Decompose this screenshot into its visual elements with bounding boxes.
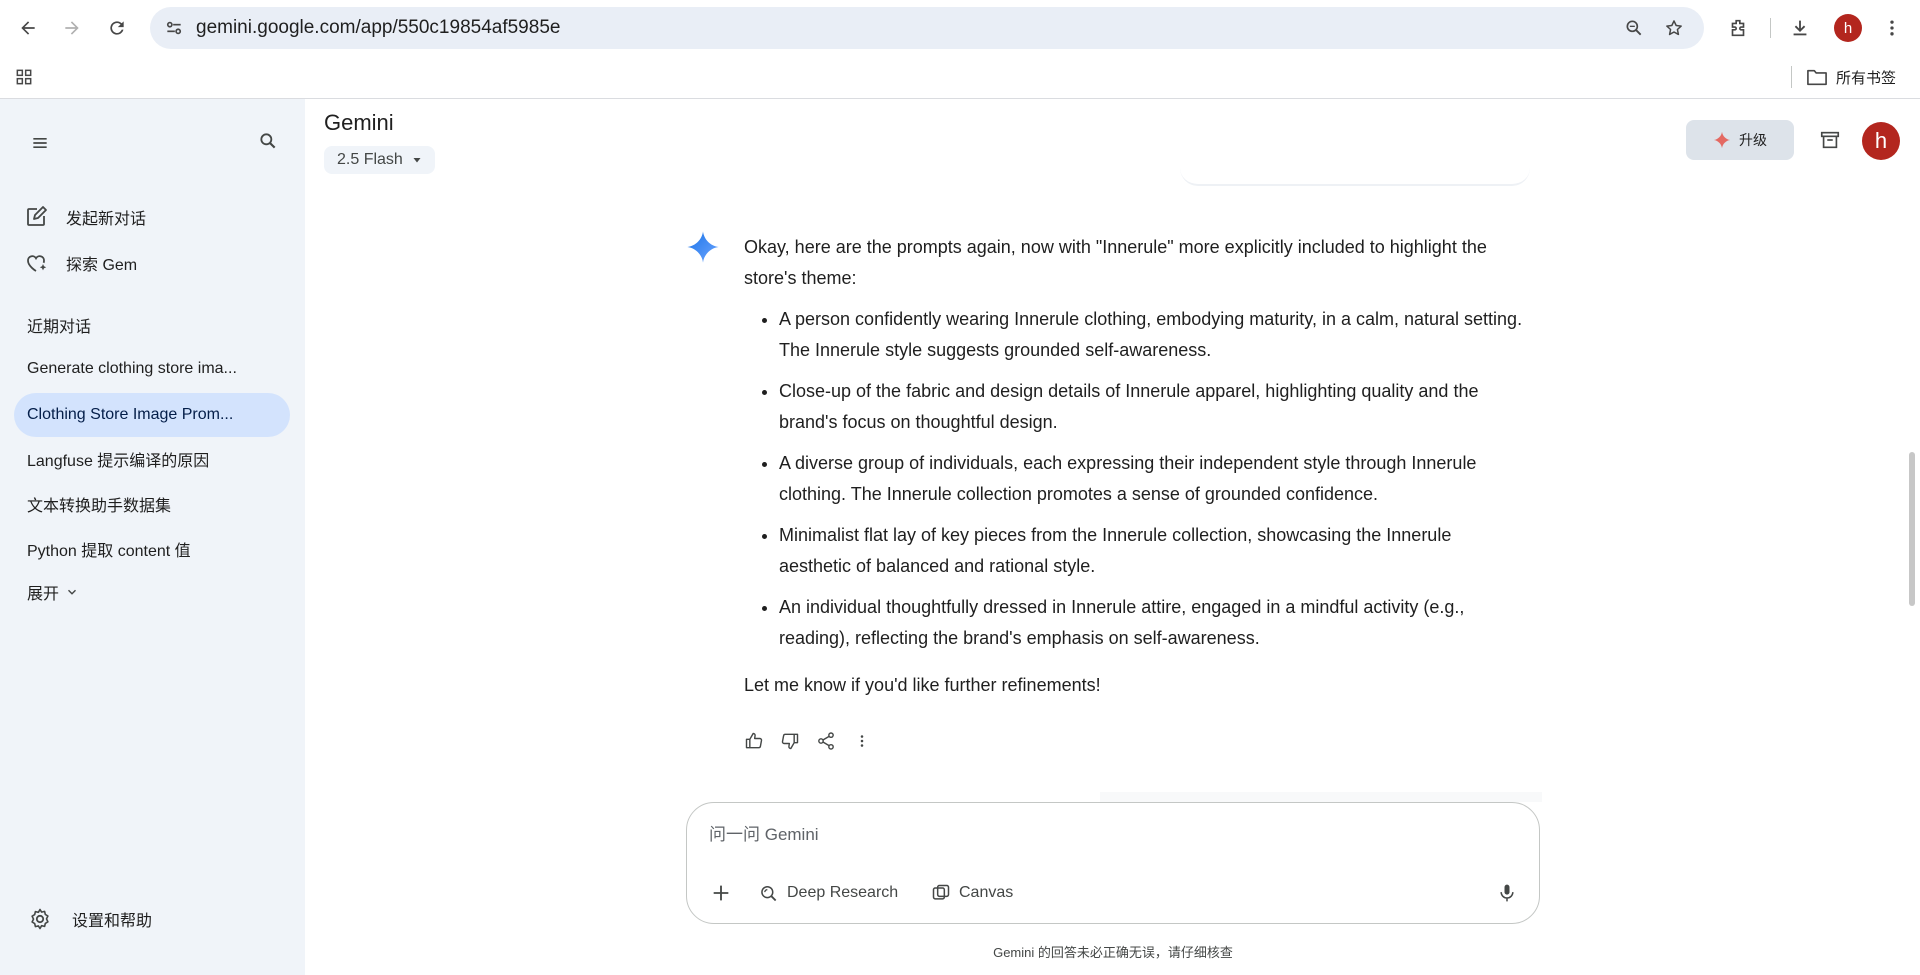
- previous-message-edge: [1180, 166, 1530, 186]
- recent-item-label: Python 提取 content 值: [27, 543, 191, 560]
- main-menu-icon[interactable]: [20, 123, 60, 163]
- profile-avatar[interactable]: h: [1834, 14, 1862, 42]
- bookmark-star-icon[interactable]: [1658, 12, 1690, 44]
- zoom-icon[interactable]: [1618, 12, 1650, 44]
- sidebar: 发起新对话 探索 Gem 近期对话 Generate clothing stor…: [0, 99, 305, 975]
- response-bullet: A diverse group of individuals, each exp…: [779, 448, 1524, 510]
- forward-icon[interactable]: [54, 10, 90, 46]
- share-icon[interactable]: [814, 728, 838, 754]
- deep-research-button[interactable]: Deep Research: [759, 877, 898, 909]
- chevron-down-icon: [65, 585, 79, 599]
- add-attachment-icon[interactable]: [701, 873, 741, 913]
- model-label: 2.5 Flash: [337, 151, 403, 168]
- all-bookmarks-label: 所有书签: [1836, 69, 1897, 87]
- reload-icon[interactable]: [99, 10, 135, 46]
- edit-icon: [24, 205, 48, 229]
- microphone-icon[interactable]: [1487, 873, 1527, 913]
- new-chat-label: 发起新对话: [66, 211, 147, 228]
- recent-item[interactable]: Python 提取 content 值: [14, 527, 290, 571]
- caret-down-icon: [411, 154, 423, 166]
- response-actions: [742, 728, 874, 754]
- all-bookmarks-button[interactable]: 所有书签: [1806, 62, 1896, 92]
- response-bullet: A person confidently wearing Innerule cl…: [779, 304, 1524, 366]
- prompt-box: Deep Research Canvas: [686, 802, 1540, 924]
- url-text[interactable]: gemini.google.com/app/550c19854af5985e: [196, 17, 560, 39]
- scrollbar-thumb[interactable]: [1909, 452, 1915, 606]
- recent-item-label: Langfuse 提示编译的原因: [27, 453, 210, 470]
- response-intro: Okay, here are the prompts again, now wi…: [744, 237, 1487, 288]
- explore-gem-button[interactable]: 探索 Gem: [24, 244, 137, 282]
- account-avatar[interactable]: h: [1862, 122, 1900, 160]
- canvas-button[interactable]: Canvas: [931, 877, 1013, 909]
- model-selector[interactable]: 2.5 Flash: [324, 146, 435, 174]
- response-bullet: An individual thoughtfully dressed in In…: [779, 592, 1524, 654]
- search-icon[interactable]: [248, 121, 288, 161]
- folder-icon: [1806, 67, 1828, 87]
- downloads-icon[interactable]: [1782, 10, 1818, 46]
- upgrade-button[interactable]: 升级: [1686, 120, 1794, 160]
- recent-item-label: 文本转换助手数据集: [27, 498, 172, 515]
- upgrade-label: 升级: [1739, 132, 1767, 148]
- apps-grid-icon[interactable]: [8, 61, 40, 93]
- back-icon[interactable]: [10, 10, 46, 46]
- explore-gem-label: 探索 Gem: [66, 257, 138, 274]
- canvas-icon: [931, 883, 951, 903]
- recent-item-active[interactable]: Clothing Store Image Prom...: [14, 393, 290, 437]
- address-bar[interactable]: gemini.google.com/app/550c19854af5985e: [150, 7, 1704, 49]
- expand-label: 展开: [27, 586, 60, 603]
- model-response: Okay, here are the prompts again, now wi…: [744, 232, 1524, 701]
- deep-research-label: Deep Research: [787, 884, 899, 901]
- app-title: Gemini: [324, 110, 394, 135]
- bookmarks-divider: [1791, 66, 1792, 88]
- archive-icon[interactable]: [1810, 120, 1850, 160]
- settings-help-button[interactable]: 设置和帮助: [28, 907, 152, 931]
- canvas-label: Canvas: [959, 884, 1014, 901]
- deep-research-icon: [759, 883, 779, 903]
- recent-item-label: Generate clothing store ima...: [27, 360, 237, 377]
- toolbar-divider: [1770, 18, 1771, 38]
- input-fade: [1100, 792, 1542, 802]
- response-list: A person confidently wearing Innerule cl…: [744, 304, 1524, 654]
- gem-heart-icon: [24, 251, 48, 275]
- thumbs-down-icon[interactable]: [778, 728, 802, 754]
- prompt-input[interactable]: [709, 825, 1469, 845]
- sparkle-icon: [1713, 131, 1731, 149]
- response-bullet: Close-up of the fabric and design detail…: [779, 376, 1524, 438]
- new-chat-button[interactable]: 发起新对话: [24, 198, 146, 236]
- recent-item[interactable]: Langfuse 提示编译的原因: [14, 437, 290, 481]
- recent-item[interactable]: Generate clothing store ima...: [14, 347, 290, 391]
- thumbs-up-icon[interactable]: [742, 728, 766, 754]
- disclaimer-text: Gemini 的回答未必正确无误，请仔细核查: [993, 945, 1233, 960]
- response-bullet: Minimalist flat lay of key pieces from t…: [779, 520, 1524, 582]
- recent-heading: 近期对话: [27, 319, 92, 336]
- bookmarks-bar: 所有书签: [0, 56, 1920, 99]
- more-options-icon[interactable]: [850, 728, 874, 754]
- settings-label: 设置和帮助: [72, 913, 153, 930]
- response-outro: Let me know if you'd like further refine…: [744, 675, 1101, 695]
- site-info-icon[interactable]: [158, 12, 190, 44]
- extensions-icon[interactable]: [1720, 10, 1756, 46]
- recent-item[interactable]: 文本转换助手数据集: [14, 482, 290, 526]
- recent-item-label: Clothing Store Image Prom...: [27, 406, 234, 423]
- browser-toolbar: gemini.google.com/app/550c19854af5985e h: [0, 0, 1920, 56]
- expand-button[interactable]: 展开: [27, 580, 79, 604]
- gear-icon: [28, 907, 52, 931]
- browser-menu-icon[interactable]: [1874, 10, 1910, 46]
- gemini-spark-icon: [686, 230, 720, 264]
